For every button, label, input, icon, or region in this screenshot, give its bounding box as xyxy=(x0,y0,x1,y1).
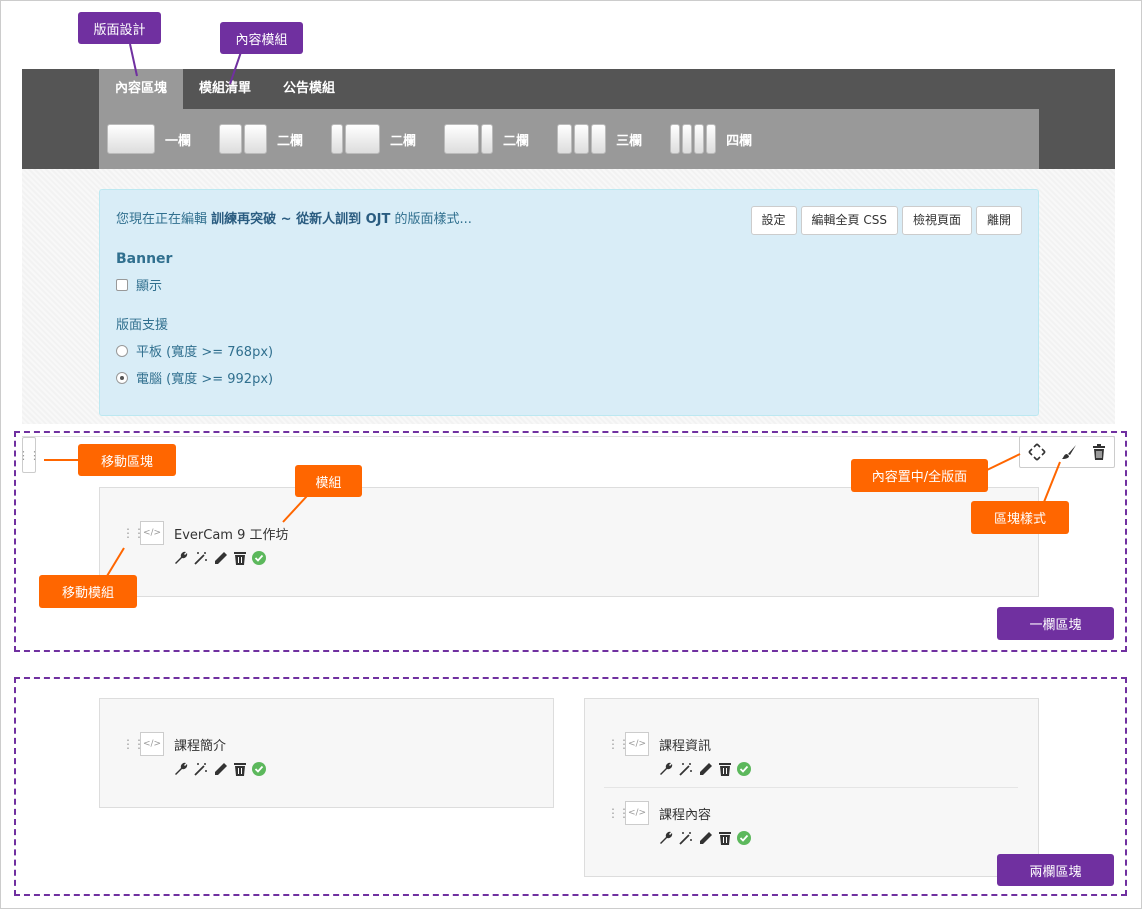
course-name: 訓練再突破 ~ 從新人訓到 OJT xyxy=(211,212,391,227)
move-module-handle[interactable]: ⋮⋮ xyxy=(122,738,145,750)
callout-layout-design: 版面設計 xyxy=(78,12,161,44)
callout-move-module: 移動模組 xyxy=(39,575,137,608)
pencil-icon[interactable] xyxy=(699,762,713,776)
brush-icon[interactable] xyxy=(1061,444,1077,460)
module-title: 課程簡介 xyxy=(174,738,227,754)
magic-wand-icon[interactable] xyxy=(679,831,693,845)
check-circle-icon[interactable] xyxy=(737,831,751,845)
code-icon: </> xyxy=(625,732,649,756)
layout-label: 二欄 xyxy=(390,133,417,149)
edit-css-button[interactable]: 編輯全頁 CSS xyxy=(800,206,898,235)
intro-suffix: 的版面樣式... xyxy=(394,212,472,227)
move-module-handle[interactable]: ⋮⋮ xyxy=(607,738,630,750)
block-toolbar xyxy=(1019,436,1115,468)
callout-module: 模組 xyxy=(295,465,362,497)
trash-icon[interactable] xyxy=(719,831,731,845)
module-evercam: ⋮⋮ </> EverCam 9 工作坊 xyxy=(122,521,289,565)
tab-content-blocks[interactable]: 內容區塊 xyxy=(99,69,184,109)
layout-two-col-right-narrow[interactable]: 二欄 xyxy=(444,124,529,154)
code-icon: </> xyxy=(140,521,164,545)
tablet-radio[interactable] xyxy=(116,344,128,357)
wrench-icon[interactable] xyxy=(174,551,188,565)
module-title: EverCam 9 工作坊 xyxy=(174,527,289,543)
tablet-label: 平板 (寬度 >= 768px) xyxy=(136,345,274,360)
tab-announcement-module[interactable]: 公告模組 xyxy=(267,69,351,109)
panel-buttons: 設定 編輯全頁 CSS 檢視頁面 離開 xyxy=(750,206,1022,235)
module-title: 課程資訊 xyxy=(659,738,712,754)
module-tools xyxy=(659,831,751,845)
pencil-icon[interactable] xyxy=(214,762,228,776)
layout-label: 四欄 xyxy=(726,133,753,149)
module-course-content: ⋮⋮ </> 課程內容 xyxy=(607,801,751,845)
callout-content-center-full: 內容置中/全版面 xyxy=(851,459,988,492)
trash-icon[interactable] xyxy=(719,762,731,776)
leave-button[interactable]: 離開 xyxy=(975,206,1022,235)
banner-title: Banner xyxy=(116,251,173,267)
pencil-icon[interactable] xyxy=(214,551,228,565)
layout-label: 三欄 xyxy=(616,133,643,149)
trash-icon[interactable] xyxy=(1092,444,1106,460)
layout-options: 一欄 二欄 二欄 二欄 三欄 四欄 xyxy=(99,109,1039,169)
layout-two-col-equal[interactable]: 二欄 xyxy=(219,124,303,154)
layout-label: 一欄 xyxy=(165,133,192,149)
move-module-handle[interactable]: ⋮⋮ xyxy=(607,807,630,819)
check-circle-icon[interactable] xyxy=(252,551,266,565)
view-page-button[interactable]: 檢視頁面 xyxy=(901,206,972,235)
callout-two-col-block: 兩欄區塊 xyxy=(997,854,1114,886)
magic-wand-icon[interactable] xyxy=(194,551,208,565)
callout-one-col-block: 一欄區塊 xyxy=(997,607,1114,640)
code-icon: </> xyxy=(140,732,164,756)
layout-label: 二欄 xyxy=(503,133,530,149)
magic-wand-icon[interactable] xyxy=(194,762,208,776)
layout-one-col[interactable]: 一欄 xyxy=(107,124,191,154)
check-circle-icon[interactable] xyxy=(252,762,266,776)
settings-button[interactable]: 設定 xyxy=(750,206,797,235)
module-tools xyxy=(174,551,289,565)
banner-show-checkbox[interactable] xyxy=(116,278,128,291)
layout-label: 二欄 xyxy=(277,133,304,149)
module-course-info: ⋮⋮ </> 課程資訊 xyxy=(607,732,751,776)
banner-show-option[interactable]: 顯示 xyxy=(116,275,1022,294)
desktop-radio[interactable] xyxy=(116,371,128,384)
wrench-icon[interactable] xyxy=(174,762,188,776)
tab-module-list[interactable]: 模組清單 xyxy=(183,69,267,109)
module-divider xyxy=(604,787,1018,788)
center-full-toggle-icon[interactable] xyxy=(1028,443,1046,461)
check-circle-icon[interactable] xyxy=(737,762,751,776)
layout-support-title: 版面支援 xyxy=(116,318,169,333)
trash-icon[interactable] xyxy=(234,762,246,776)
module-tools xyxy=(659,762,751,776)
module-tools xyxy=(174,762,266,776)
intro-prefix: 您現在正在編輯 xyxy=(116,212,208,227)
layout-three-col[interactable]: 三欄 xyxy=(557,124,642,154)
banner-show-label: 顯示 xyxy=(136,279,163,294)
trash-icon[interactable] xyxy=(234,551,246,565)
callout-content-modules: 內容模組 xyxy=(220,22,303,54)
menu-tabs: 內容區塊 模組清單 公告模組 xyxy=(99,69,351,109)
desktop-option[interactable]: 電腦 (寬度 >= 992px) xyxy=(116,368,1022,387)
callout-block-style: 區塊樣式 xyxy=(971,501,1069,534)
block-divider xyxy=(22,436,1115,437)
wrench-icon[interactable] xyxy=(659,831,673,845)
wrench-icon[interactable] xyxy=(659,762,673,776)
module-course-intro: ⋮⋮ </> 課程簡介 xyxy=(122,732,266,776)
pencil-icon[interactable] xyxy=(699,831,713,845)
layout-two-col-left-narrow[interactable]: 二欄 xyxy=(331,124,416,154)
move-module-handle[interactable]: ⋮⋮ xyxy=(122,527,145,539)
module-title: 課程內容 xyxy=(659,807,712,823)
move-block-handle[interactable]: ⋮⋮ xyxy=(18,437,40,473)
layout-four-col[interactable]: 四欄 xyxy=(670,124,752,154)
edit-panel: 您現在正在編輯 訓練再突破 ~ 從新人訓到 OJT 的版面樣式... 設定 編輯… xyxy=(99,189,1039,416)
tablet-option[interactable]: 平板 (寬度 >= 768px) xyxy=(116,341,1022,360)
desktop-label: 電腦 (寬度 >= 992px) xyxy=(136,372,274,387)
code-icon: </> xyxy=(625,801,649,825)
magic-wand-icon[interactable] xyxy=(679,762,693,776)
callout-move-block: 移動區塊 xyxy=(78,444,176,476)
